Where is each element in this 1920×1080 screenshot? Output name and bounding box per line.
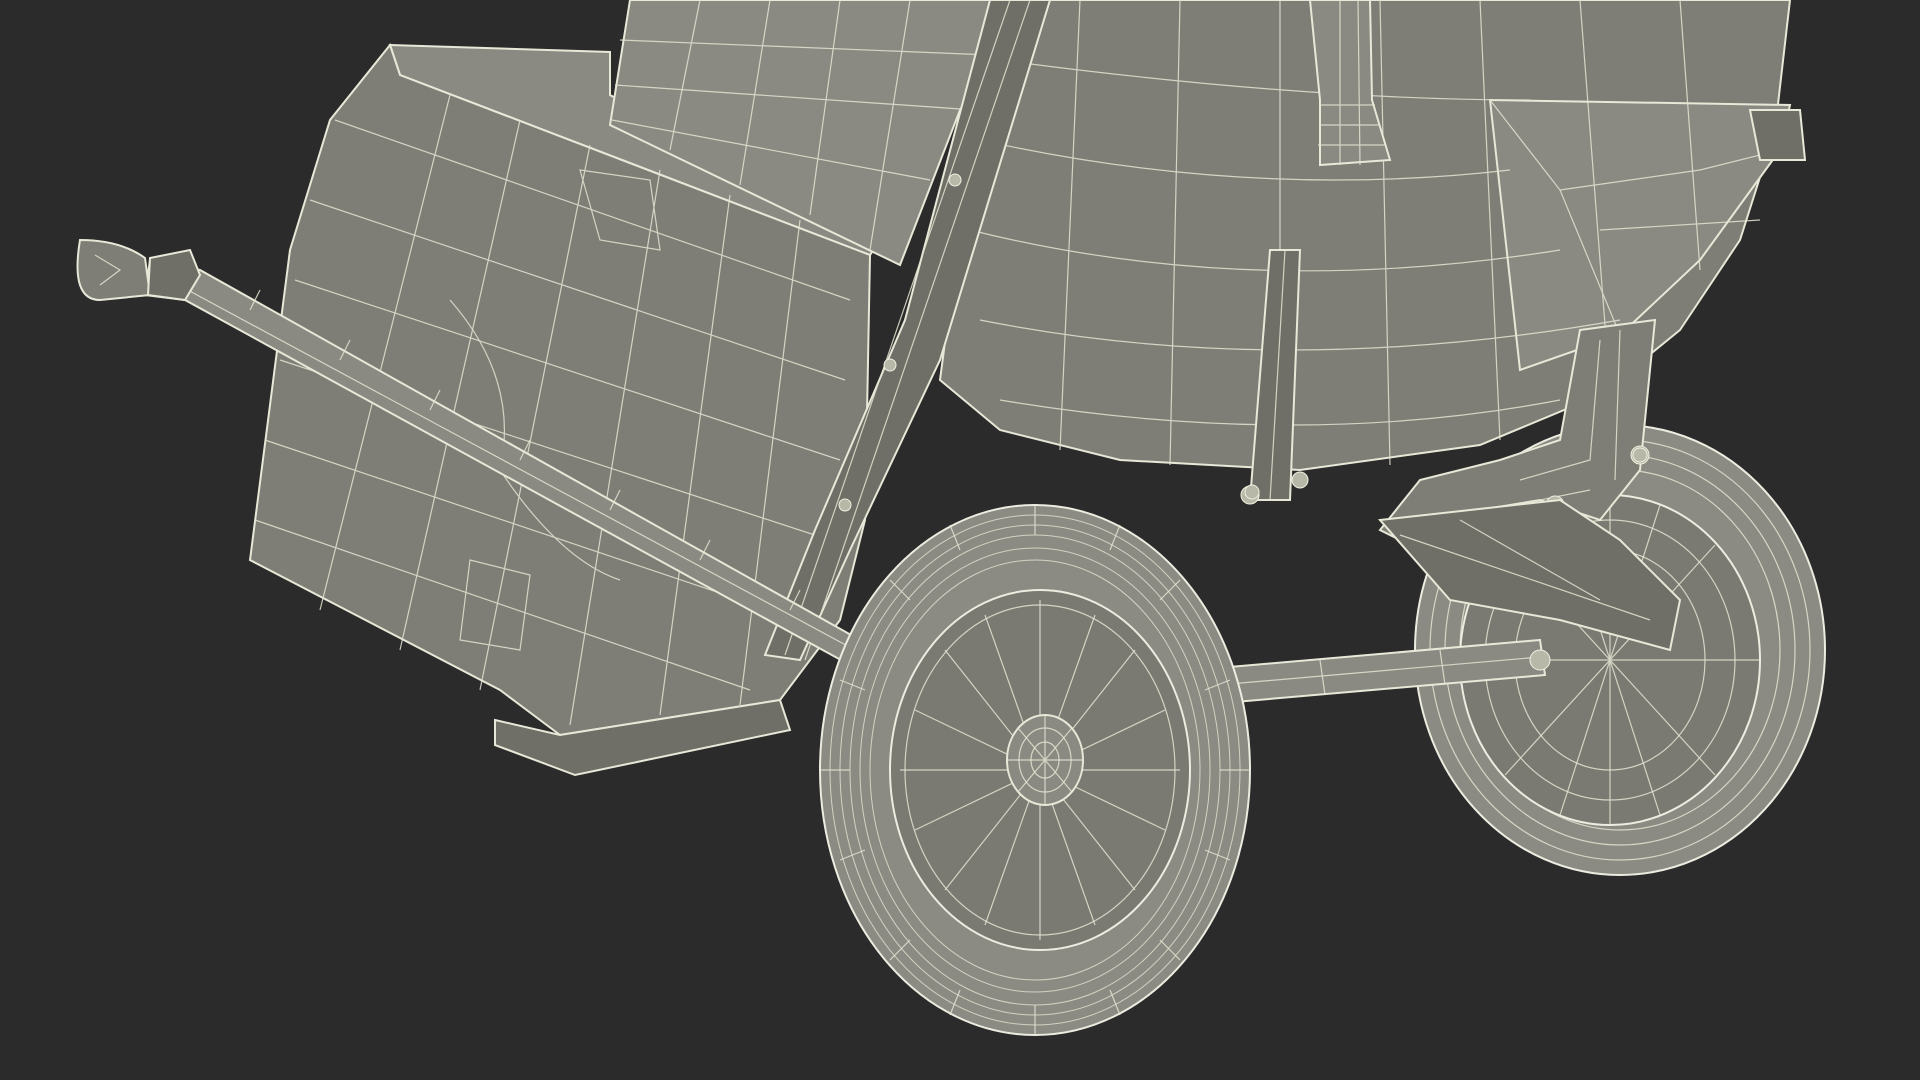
mixer-drum	[938, 0, 1807, 472]
render-viewport	[0, 0, 1920, 1080]
rail-bolt	[948, 173, 962, 187]
handle-hook	[76, 238, 152, 302]
axle-nut	[1529, 649, 1551, 671]
frame-bolt	[1244, 484, 1260, 500]
frame-bolt	[1632, 447, 1648, 463]
wireframe-render	[76, 0, 1826, 1036]
drum-bracket	[1748, 109, 1807, 161]
rail-bolt	[838, 498, 852, 512]
strut-bolt	[1291, 471, 1309, 489]
front-wheel	[819, 504, 1251, 1036]
rail-bolt	[883, 358, 897, 372]
